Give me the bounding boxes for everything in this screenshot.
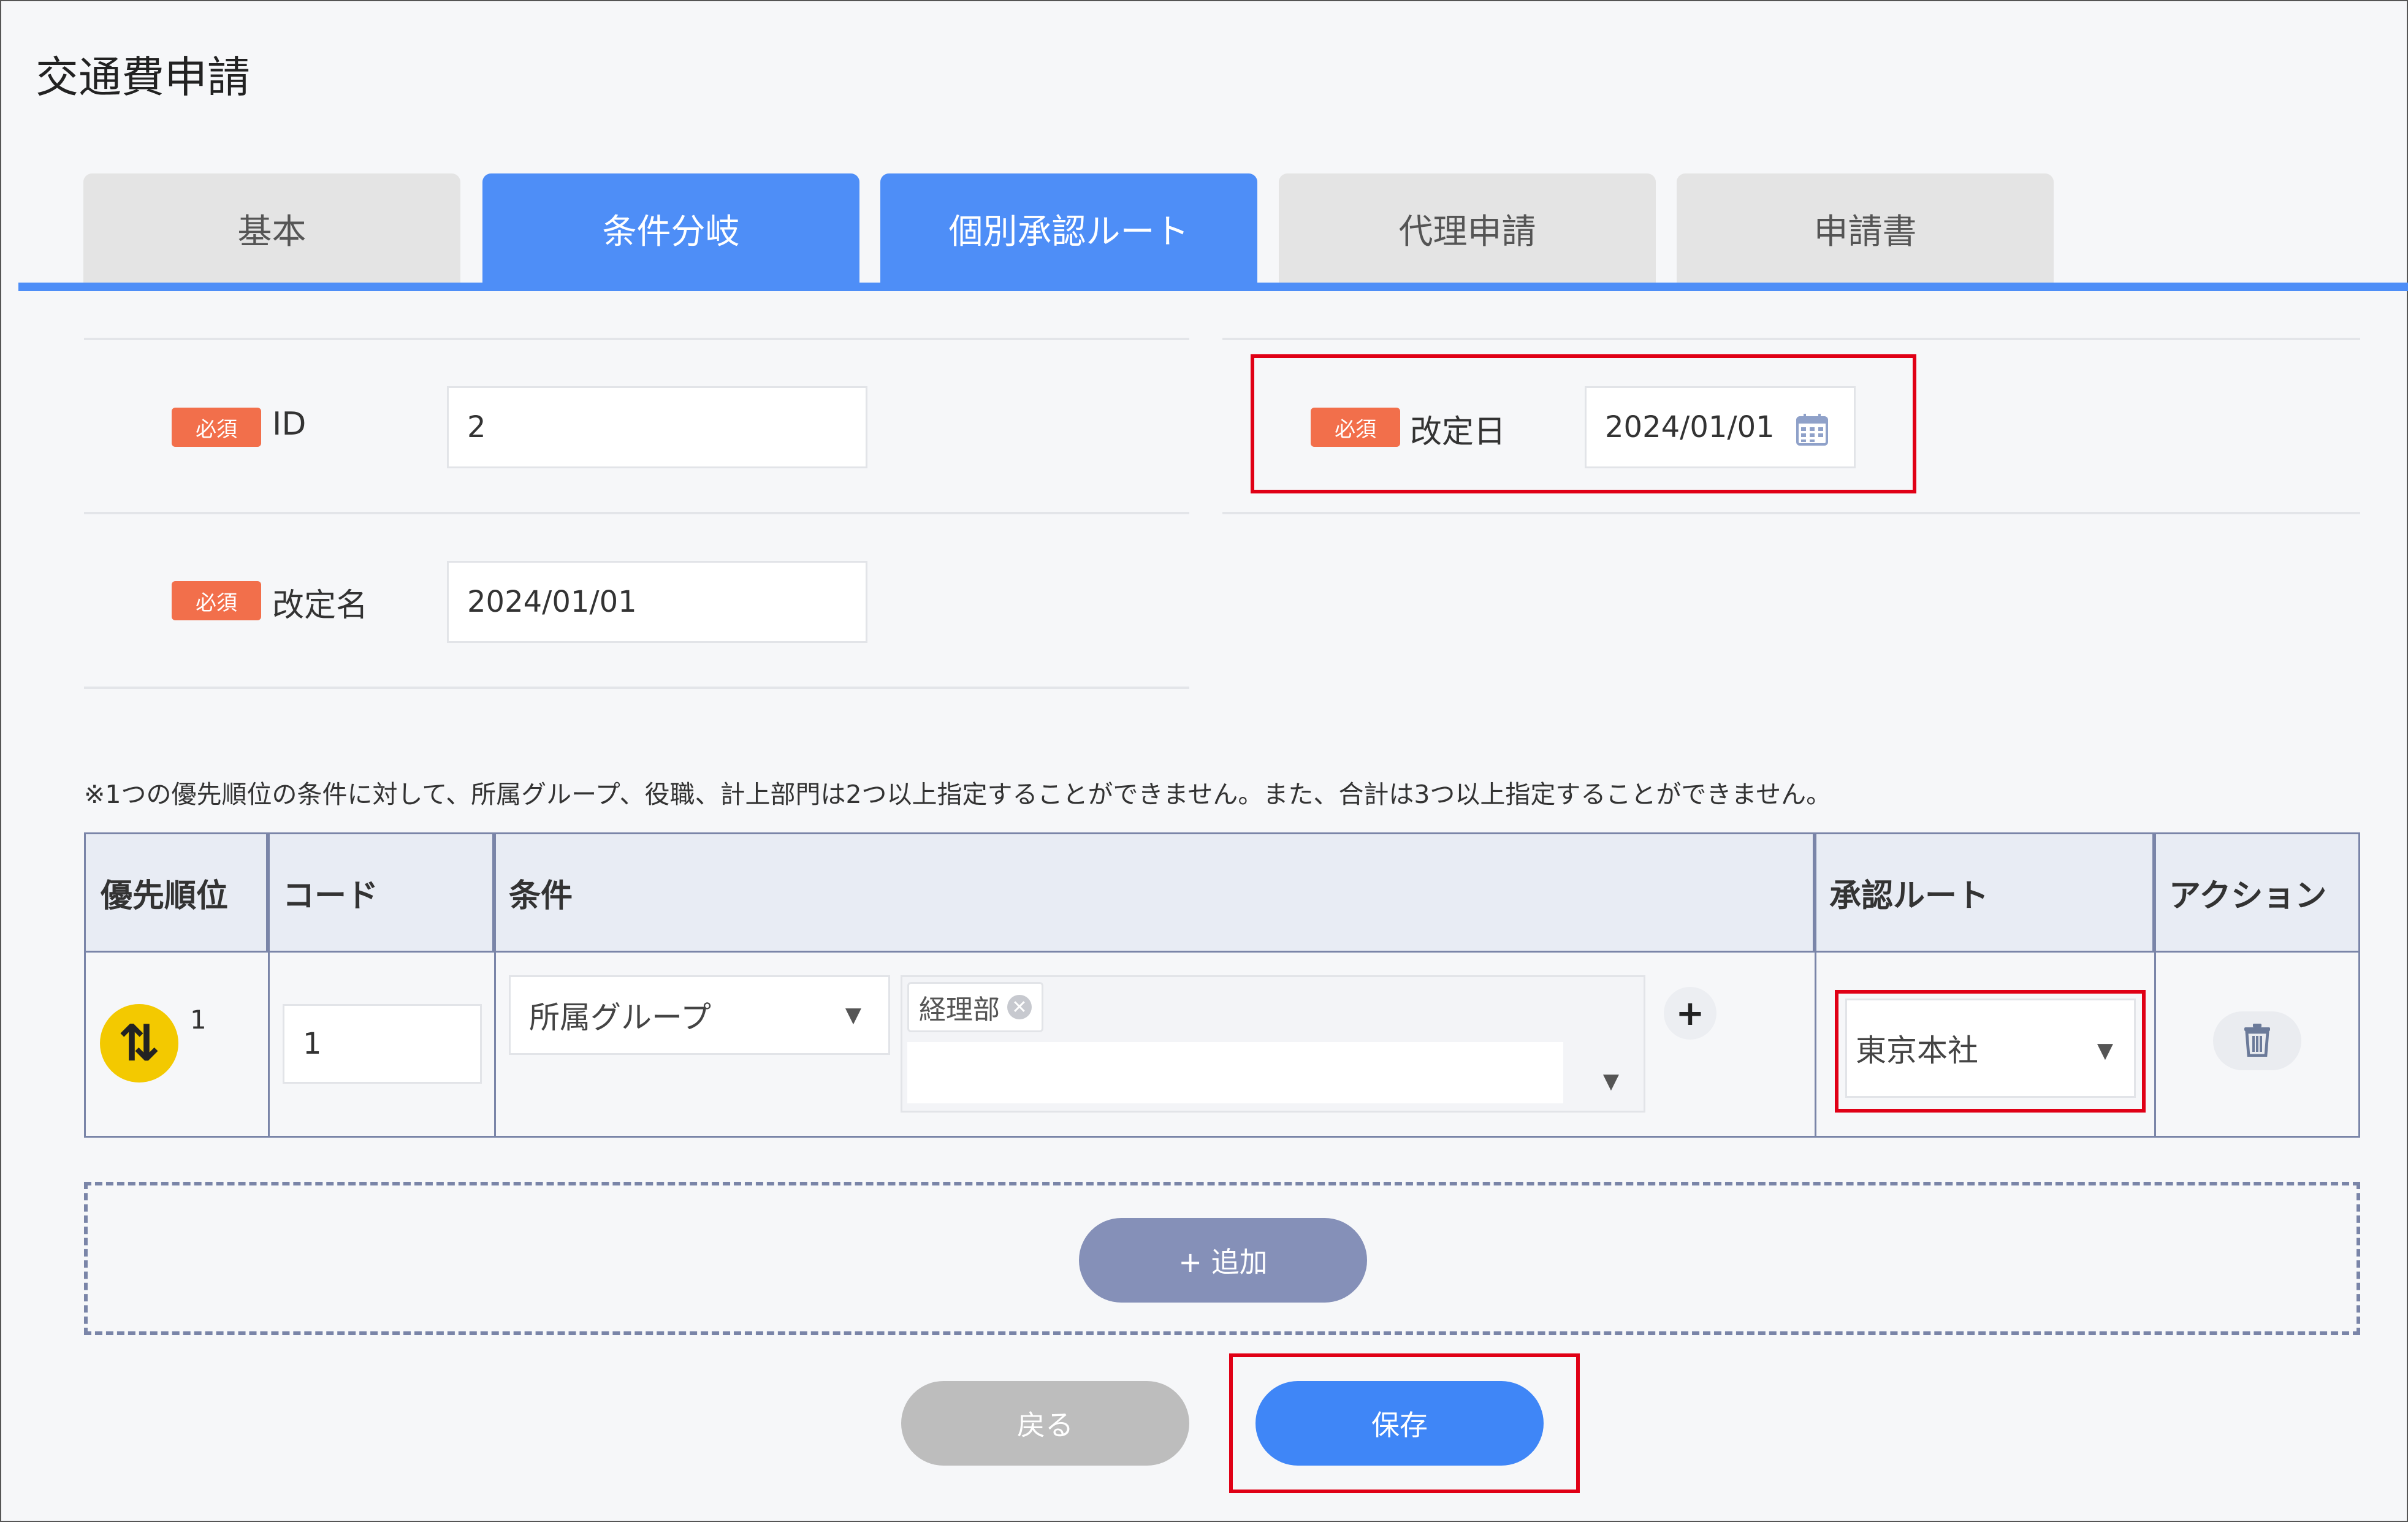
add-row-button[interactable]: + 追加 — [1079, 1218, 1367, 1303]
revision-date-value: 2024/01/01 — [1605, 410, 1775, 444]
condition-type-value: 所属グループ — [529, 1000, 711, 1035]
header-condition: 条件 — [494, 834, 1815, 951]
save-button[interactable]: 保存 — [1255, 1381, 1544, 1466]
revision-name-input[interactable]: 2024/01/01 — [447, 561, 867, 643]
code-input[interactable]: 1 — [283, 1004, 482, 1084]
revision-date-label: 改定日 — [1410, 414, 1506, 451]
header-approval-route: 承認ルート — [1815, 834, 2154, 951]
delete-button[interactable] — [2213, 1011, 2301, 1070]
row-divider — [86, 951, 2358, 953]
condition-tag-select[interactable]: 経理部 ✕ ▼ — [901, 975, 1645, 1113]
page-title: 交通費申請 — [36, 52, 250, 102]
condition-table: 優先順位 コード 条件 承認ルート アクション ⇅ 1 1 所属グループ ▼ 経… — [84, 832, 2360, 1138]
divider — [1222, 512, 2360, 514]
divider — [84, 338, 1189, 340]
divider — [84, 512, 1189, 514]
trash-icon — [2242, 1022, 2273, 1059]
revision-date-input[interactable]: 2024/01/01 — [1585, 386, 1856, 468]
divider — [1222, 338, 2360, 340]
tab-underline — [18, 283, 2408, 291]
approval-route-value: 東京本社 — [1856, 1033, 1978, 1068]
id-label: ID — [272, 406, 307, 443]
sort-arrows-icon[interactable]: ⇅ — [100, 1004, 178, 1083]
header-action: アクション — [2154, 834, 2358, 951]
chevron-down-icon: ▼ — [845, 1003, 861, 1027]
tab-basic[interactable]: 基本 — [83, 173, 460, 284]
tab-conditional-branch[interactable]: 条件分岐 — [482, 173, 859, 284]
condition-type-select[interactable]: 所属グループ ▼ — [509, 975, 890, 1055]
tab-proxy-application[interactable]: 代理申請 — [1279, 173, 1656, 284]
condition-note: ※1つの優先順位の条件に対して、所属グループ、役職、計上部門は2つ以上指定するこ… — [84, 780, 1832, 809]
tag-chip-label: 経理部 — [919, 994, 1000, 1025]
chevron-down-icon: ▼ — [1602, 1069, 1619, 1094]
required-badge: 必須 — [172, 581, 261, 620]
required-badge: 必須 — [1311, 408, 1400, 447]
add-condition-button[interactable]: + — [1664, 987, 1716, 1040]
col-divider — [2154, 834, 2156, 1136]
divider — [84, 687, 1189, 689]
id-input[interactable]: 2 — [447, 386, 867, 468]
col-divider — [268, 834, 270, 1136]
tab-individual-approval-route[interactable]: 個別承認ルート — [880, 173, 1257, 284]
chevron-down-icon: ▼ — [2097, 1038, 2113, 1063]
required-badge: 必須 — [172, 408, 261, 447]
revision-name-label: 改定名 — [272, 587, 368, 624]
header-priority: 優先順位 — [86, 834, 268, 951]
tab-application-form[interactable]: 申請書 — [1677, 173, 2054, 284]
approval-route-select[interactable]: 東京本社 ▼ — [1845, 999, 2136, 1098]
calendar-icon[interactable] — [1795, 413, 1829, 454]
tag-chip: 経理部 ✕ — [907, 982, 1043, 1032]
close-icon[interactable]: ✕ — [1007, 995, 1032, 1019]
priority-value: 1 — [190, 1005, 207, 1035]
header-code: コード — [268, 834, 494, 951]
back-button[interactable]: 戻る — [901, 1381, 1189, 1466]
col-divider — [1815, 834, 1816, 1136]
col-divider — [494, 834, 496, 1136]
tag-search-input[interactable] — [907, 1042, 1563, 1103]
